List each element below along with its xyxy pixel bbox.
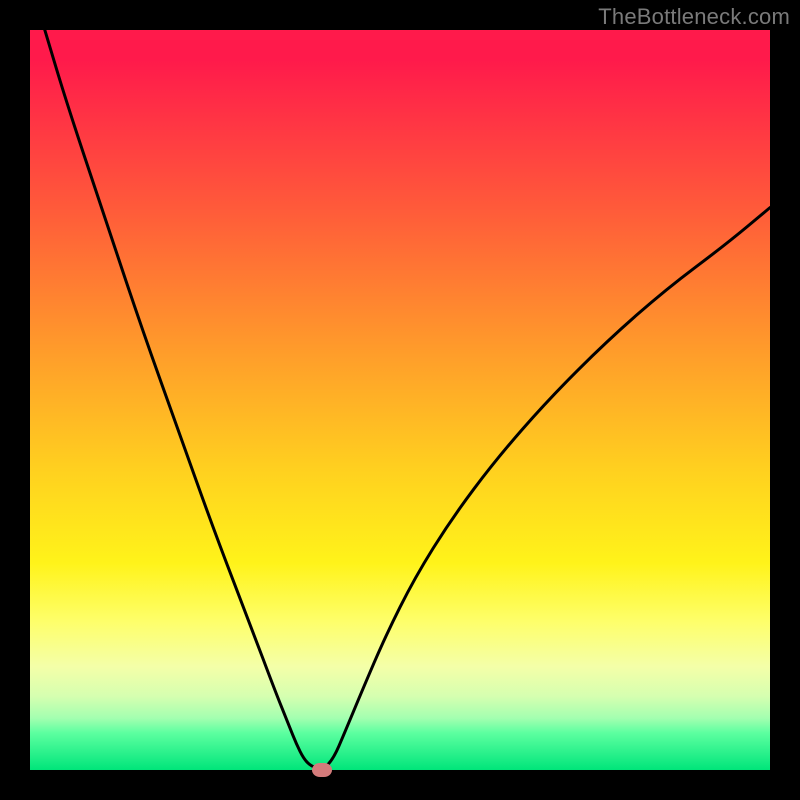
curve-svg [30,30,770,770]
watermark-label: TheBottleneck.com [598,4,790,30]
chart-container: TheBottleneck.com [0,0,800,800]
plot-area [30,30,770,770]
bottleneck-curve [45,30,770,769]
minimum-marker [312,763,332,777]
